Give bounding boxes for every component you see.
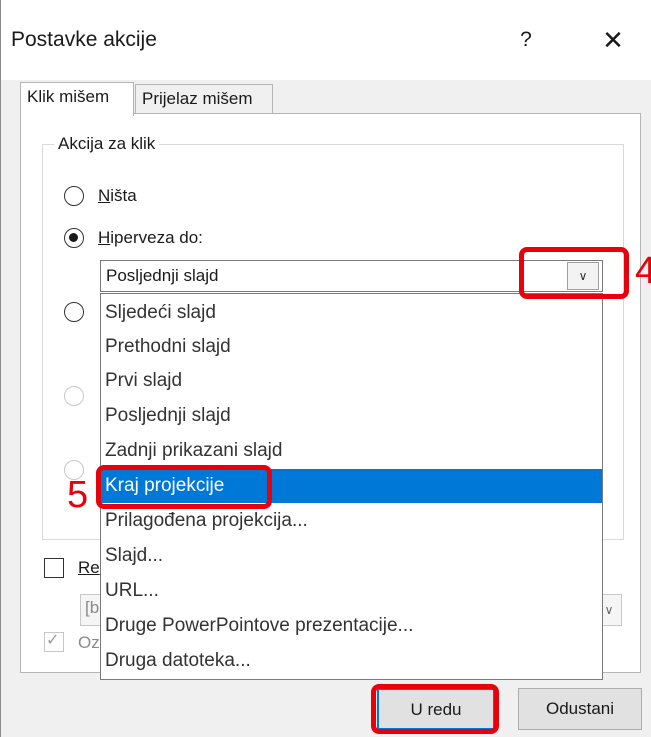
- dropdown-item-slide[interactable]: Slajd...: [101, 539, 602, 573]
- radio-run-program[interactable]: [64, 302, 84, 322]
- dropdown-item-previous-slide[interactable]: Prethodni slajd: [101, 330, 602, 364]
- annotation-number-4: 4: [635, 250, 651, 292]
- tab-mouse-over[interactable]: Prijelaz mišem: [135, 84, 273, 114]
- radio-none-label[interactable]: Ništa: [98, 186, 137, 206]
- action-settings-dialog: Postavke akcije ? ✕ Klik mišem Prijelaz …: [0, 0, 651, 737]
- dropdown-item-last-viewed-slide[interactable]: Zadnji prikazani slajd: [101, 434, 602, 468]
- sound-select-value: [b: [85, 598, 100, 617]
- radio-run-macro: [64, 386, 84, 406]
- dropdown-item-url[interactable]: URL...: [101, 574, 602, 608]
- help-button[interactable]: ?: [511, 24, 541, 56]
- radio-none-text: išta: [110, 186, 137, 205]
- ok-button[interactable]: U redu: [377, 688, 495, 730]
- dropdown-item-other-presentation[interactable]: Druge PowerPointove prezentacije...: [101, 609, 602, 643]
- radio-none[interactable]: [64, 186, 84, 206]
- dropdown-item-other-file[interactable]: Druga datoteka...: [101, 644, 602, 678]
- close-icon[interactable]: ✕: [597, 22, 629, 58]
- dropdown-item-last-slide[interactable]: Posljednji slajd: [101, 399, 602, 433]
- dropdown-item-next-slide[interactable]: Sljedeći slajd: [101, 296, 602, 330]
- radio-none-accel: N: [98, 186, 111, 205]
- radio-hyperlink-accel: H: [98, 228, 111, 247]
- dropdown-item-custom-show[interactable]: Prilagođena projekcija...: [101, 504, 602, 538]
- play-sound-checkbox[interactable]: [44, 558, 64, 578]
- tab-mouse-click[interactable]: Klik mišem: [20, 82, 134, 116]
- chevron-down-icon[interactable]: ∨: [567, 262, 599, 290]
- cancel-button[interactable]: Odustani: [518, 688, 642, 730]
- play-sound-label: Re: [78, 558, 100, 577]
- title-bar: Postavke akcije ? ✕: [1, 0, 651, 80]
- radio-hyperlink-text: iperveza do:: [110, 228, 203, 247]
- dropdown-item-end-show[interactable]: Kraj projekcije: [101, 469, 602, 503]
- hyperlink-target-combo[interactable]: Posljednji slajd: [100, 260, 603, 292]
- radio-hyperlink[interactable]: [64, 228, 84, 248]
- click-action-group-title: Akcija za klik: [54, 134, 160, 154]
- annotation-number-5: 5: [67, 474, 89, 516]
- checkmark-icon: ✓: [46, 632, 60, 649]
- dialog-title: Postavke akcije: [11, 28, 157, 51]
- hyperlink-dropdown-list: Sljedeći slajd Prethodni slajd Prvi slaj…: [100, 293, 603, 680]
- radio-hyperlink-label[interactable]: Hiperveza do:: [98, 228, 203, 248]
- highlight-click-label: Oz: [78, 633, 100, 652]
- dropdown-item-first-slide[interactable]: Prvi slajd: [101, 364, 602, 398]
